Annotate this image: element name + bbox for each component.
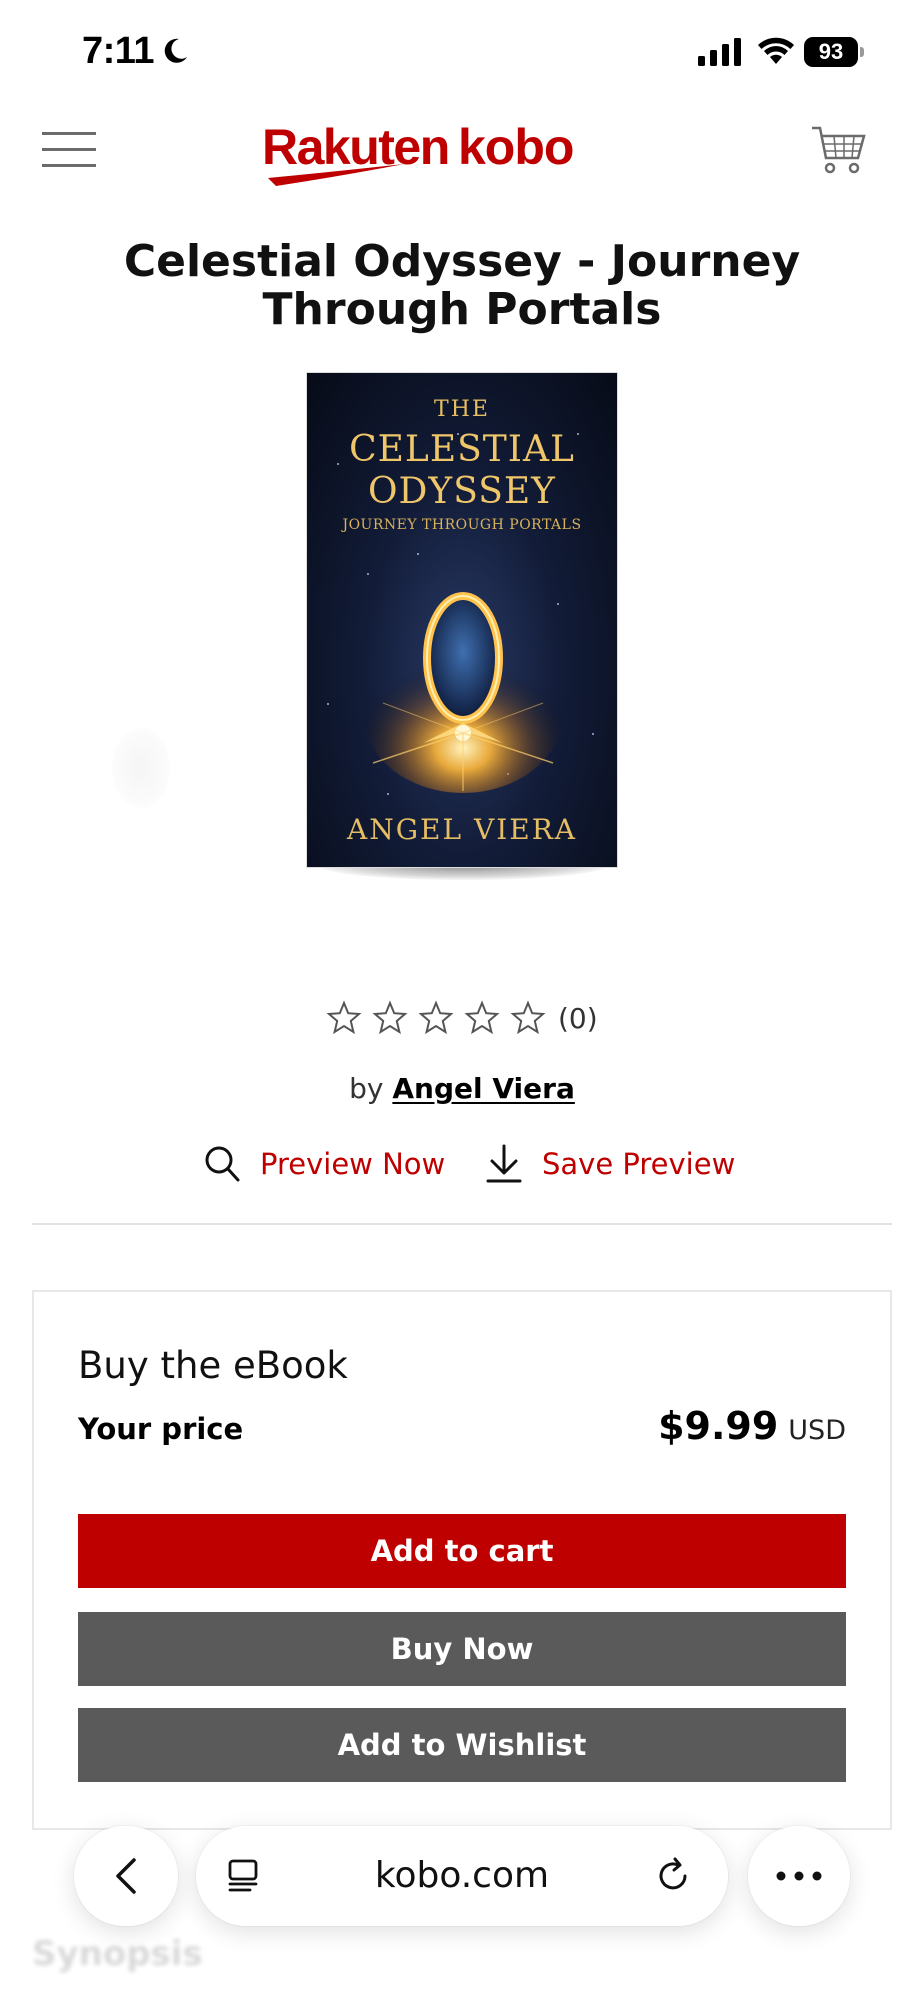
address-bar[interactable]: kobo.com: [196, 1826, 728, 1926]
preview-now-link[interactable]: Preview Now: [204, 1142, 445, 1186]
more-button[interactable]: [748, 1826, 850, 1926]
back-arrow-icon: [116, 1858, 136, 1894]
download-icon: [486, 1144, 522, 1183]
cover-text-subtitle: JOURNEY THROUGH PORTALS: [342, 517, 582, 533]
cover-text-title: CELESTIAL ODYSSEY: [349, 429, 575, 512]
rakuten-kobo-logo[interactable]: Rakuten kobo: [262, 116, 602, 188]
divider: [32, 1223, 892, 1225]
preview-actions: Preview Now Save Preview: [0, 1142, 924, 1186]
cellular-signal-icon: [698, 38, 741, 66]
star-outline-icon: [326, 1000, 362, 1035]
price-currency: USD: [788, 1415, 846, 1446]
author-link[interactable]: Angel Viera: [392, 1072, 574, 1105]
more-icon: [776, 1871, 822, 1881]
battery-icon: 93: [804, 37, 864, 67]
status-bar: 7:11 93: [0, 0, 924, 100]
status-time: 7:11: [82, 30, 154, 72]
cart-icon[interactable]: [810, 124, 866, 176]
cover-text-author: ANGEL VIERA: [346, 813, 578, 846]
svg-text:kobo: kobo: [458, 119, 573, 175]
save-preview-label: Save Preview: [542, 1147, 736, 1181]
portal-artwork: [363, 592, 563, 793]
carousel-indicator: [112, 728, 170, 808]
search-icon: [205, 1146, 240, 1182]
add-to-wishlist-button[interactable]: Add to Wishlist: [78, 1708, 846, 1782]
reload-icon[interactable]: [654, 1856, 694, 1896]
byline: by Angel Viera: [0, 1072, 924, 1105]
price: $9.99 USD: [658, 1404, 846, 1448]
book-cover[interactable]: THE CELESTIAL ODYSSEY JOURNEY THROUGH PO…: [306, 372, 618, 868]
buy-heading: Buy the eBook: [78, 1344, 348, 1387]
book-title: Celestial Odyssey - Journey Through Port…: [123, 236, 801, 335]
star-outline-icon: [372, 1000, 408, 1035]
byline-prefix: by: [349, 1072, 384, 1105]
star-outline-icon: [418, 1000, 454, 1035]
url-text[interactable]: kobo.com: [196, 1826, 728, 1926]
buy-box: Buy the eBook Your price $9.99 USD Add t…: [32, 1290, 892, 1830]
battery-level: 93: [804, 37, 858, 67]
cover-text-the: THE: [434, 397, 490, 422]
back-button[interactable]: [74, 1826, 178, 1926]
price-label: Your price: [78, 1412, 244, 1446]
star-outline-icon: [464, 1000, 500, 1035]
price-value: $9.99: [658, 1404, 779, 1448]
preview-now-label: Preview Now: [260, 1147, 446, 1181]
buy-now-button[interactable]: Buy Now: [78, 1612, 846, 1686]
save-preview-link[interactable]: Save Preview: [486, 1142, 735, 1186]
star-outline-icon: [510, 1000, 546, 1035]
site-header: Rakuten kobo: [0, 100, 924, 200]
svg-text:Rakuten: Rakuten: [262, 119, 449, 175]
wifi-icon: [758, 37, 794, 64]
rating-count: (0): [558, 1001, 598, 1035]
hamburger-menu-icon[interactable]: [42, 132, 96, 168]
add-to-cart-button[interactable]: Add to cart: [78, 1514, 846, 1588]
synopsis-heading: Synopsis: [32, 1934, 203, 1974]
star-rating[interactable]: (0): [326, 998, 598, 1038]
moon-icon: [164, 38, 187, 63]
